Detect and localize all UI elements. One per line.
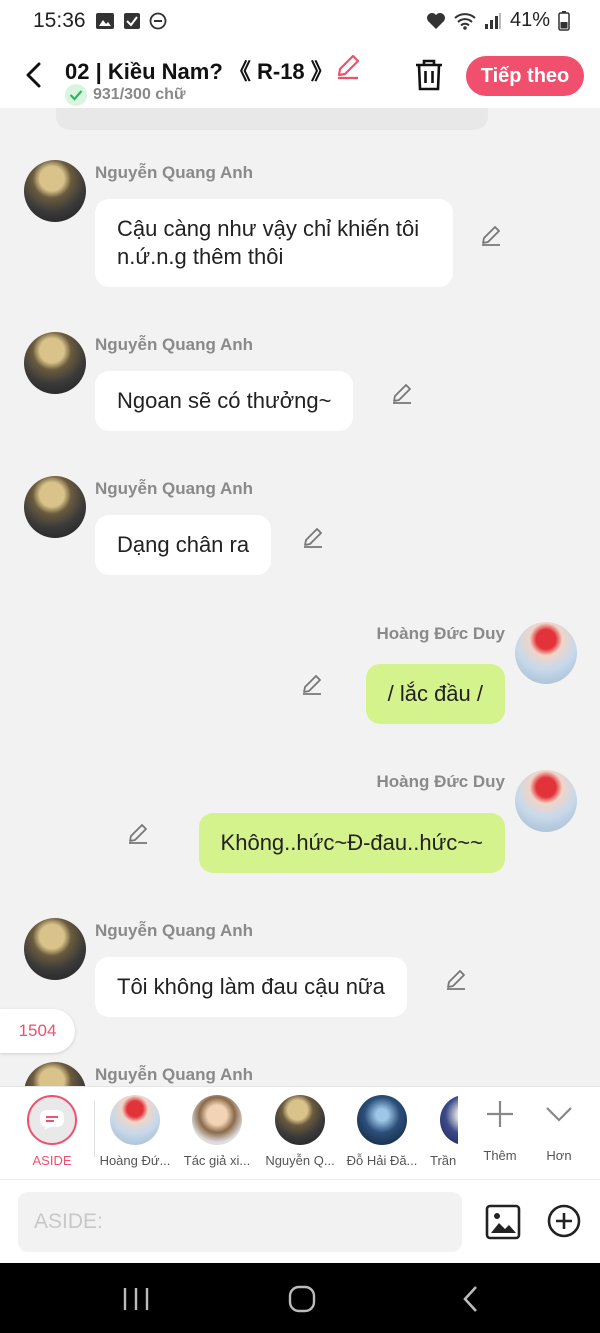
sender-name: Nguyễn Quang Anh bbox=[95, 921, 254, 940]
character-avatar bbox=[440, 1095, 458, 1145]
sender-name: Nguyễn Quang Anh bbox=[95, 1065, 254, 1084]
character-tran[interactable]: Trần bbox=[424, 1095, 458, 1168]
aside-chat-icon bbox=[27, 1095, 77, 1145]
status-notification-icons bbox=[95, 12, 167, 30]
edit-title-icon[interactable] bbox=[334, 52, 362, 80]
page-counter-badge[interactable]: 1504 bbox=[0, 1009, 75, 1053]
home-icon[interactable] bbox=[287, 1285, 317, 1313]
avatar-nguyen-quang-anh[interactable] bbox=[24, 476, 86, 538]
character-nguyen-quang-anh[interactable]: Nguyễn Q... bbox=[260, 1095, 340, 1168]
battery-icon bbox=[558, 10, 570, 31]
check-icon bbox=[65, 84, 87, 106]
edit-message-icon[interactable] bbox=[390, 381, 414, 405]
chevron-left-icon bbox=[26, 62, 41, 88]
character-label: Nguyễn Q... bbox=[265, 1153, 335, 1168]
character-avatar bbox=[192, 1095, 242, 1145]
message-bubble[interactable]: / lắc đầu / bbox=[365, 664, 505, 724]
character-avatar bbox=[357, 1095, 407, 1145]
edit-message-icon[interactable] bbox=[301, 525, 325, 549]
edit-message-icon[interactable] bbox=[479, 223, 503, 247]
avatar-hoang-duc-duy[interactable] bbox=[515, 770, 577, 832]
character-avatar bbox=[275, 1095, 325, 1145]
word-count-status: 931/300 chữ bbox=[65, 84, 186, 106]
battery-percent: 41% bbox=[509, 9, 550, 31]
character-label: Hoàng Đứ... bbox=[99, 1153, 171, 1168]
add-label: Thêm bbox=[483, 1148, 517, 1163]
back-button[interactable] bbox=[18, 60, 48, 90]
avatar-nguyen-quang-anh[interactable] bbox=[24, 918, 86, 980]
do-not-disturb-icon bbox=[149, 12, 167, 30]
message-bubble[interactable]: Cậu càng như vậy chỉ khiến tôi n.ứ.n.g t… bbox=[95, 199, 453, 287]
checkbox-notification-icon bbox=[124, 13, 140, 29]
character-selector-bar: ASIDE Hoàng Đứ... Tác giả xi... Nguyễn Q… bbox=[0, 1086, 600, 1179]
plus-icon bbox=[487, 1101, 513, 1127]
avatar-nguyen-quang-anh[interactable] bbox=[24, 332, 86, 394]
message-bubble[interactable]: Không..hức~Đ-đau..hức~~ bbox=[198, 813, 505, 873]
aside-input[interactable] bbox=[18, 1192, 462, 1252]
composer bbox=[0, 1179, 600, 1263]
edit-message-icon[interactable] bbox=[300, 672, 324, 696]
editor-header: 02 | Kiều Nam? 《 R-18 》 931/300 chữ Tiếp… bbox=[0, 44, 600, 108]
heart-icon bbox=[426, 12, 445, 29]
sender-name: Hoàng Đức Duy bbox=[376, 772, 506, 791]
character-aside[interactable]: ASIDE bbox=[12, 1095, 92, 1168]
character-do-hai-dang[interactable]: Đỗ Hải Đă... bbox=[342, 1095, 422, 1168]
wifi-icon bbox=[454, 12, 476, 30]
delete-icon[interactable] bbox=[413, 58, 445, 92]
character-label: Đỗ Hải Đă... bbox=[346, 1153, 418, 1168]
image-picker-icon[interactable] bbox=[485, 1204, 521, 1240]
sender-name: Nguyễn Quang Anh bbox=[95, 163, 254, 182]
character-avatar bbox=[110, 1095, 160, 1145]
add-circle-icon[interactable] bbox=[547, 1204, 581, 1238]
sender-name: Nguyễn Quang Anh bbox=[95, 479, 254, 498]
avatar-nguyen-quang-anh[interactable] bbox=[24, 1062, 86, 1086]
edit-message-icon[interactable] bbox=[444, 967, 468, 991]
word-count: 931/300 chữ bbox=[93, 86, 186, 103]
avatar-hoang-duc-duy[interactable] bbox=[515, 622, 577, 684]
message-bubble[interactable]: Tôi không làm đau cậu nữa bbox=[95, 957, 407, 1017]
status-time: 15:36 bbox=[33, 9, 86, 32]
previous-message-bubble bbox=[56, 108, 488, 130]
more-characters-button[interactable]: Hơn bbox=[534, 1099, 584, 1163]
more-label: Hơn bbox=[546, 1148, 572, 1163]
system-nav-bar bbox=[0, 1263, 600, 1333]
sender-name: Nguyễn Quang Anh bbox=[95, 335, 254, 354]
avatar-nguyen-quang-anh[interactable] bbox=[24, 160, 86, 222]
message-bubble[interactable]: Ngoan sẽ có thưởng~ bbox=[95, 371, 354, 431]
next-button[interactable]: Tiếp theo bbox=[466, 56, 584, 96]
signal-icon bbox=[484, 12, 501, 29]
sender-name: Hoàng Đức Duy bbox=[376, 624, 506, 643]
character-label: ASIDE bbox=[32, 1153, 72, 1168]
character-hoang-duc-duy[interactable]: Hoàng Đứ... bbox=[95, 1095, 175, 1168]
chevron-down-icon bbox=[546, 1107, 572, 1122]
edit-message-icon[interactable] bbox=[126, 821, 150, 845]
chat-area[interactable]: Nguyễn Quang Anh Cậu càng như vậy chỉ kh… bbox=[0, 108, 600, 1086]
status-bar: 15:36 41% bbox=[0, 0, 600, 44]
status-system-icons: 41% bbox=[426, 9, 570, 32]
message-bubble[interactable]: Dạng chân ra bbox=[95, 515, 272, 575]
recent-apps-icon[interactable] bbox=[121, 1285, 151, 1313]
chapter-title[interactable]: 02 | Kiều Nam? 《 R-18 》 bbox=[65, 54, 333, 86]
back-nav-icon[interactable] bbox=[456, 1285, 486, 1313]
character-tac-gia[interactable]: Tác giả xi... bbox=[177, 1095, 257, 1168]
image-notification-icon bbox=[96, 13, 114, 29]
character-label: Trần bbox=[430, 1153, 457, 1168]
add-character-button[interactable]: Thêm bbox=[475, 1099, 525, 1163]
character-label: Tác giả xi... bbox=[183, 1153, 251, 1168]
